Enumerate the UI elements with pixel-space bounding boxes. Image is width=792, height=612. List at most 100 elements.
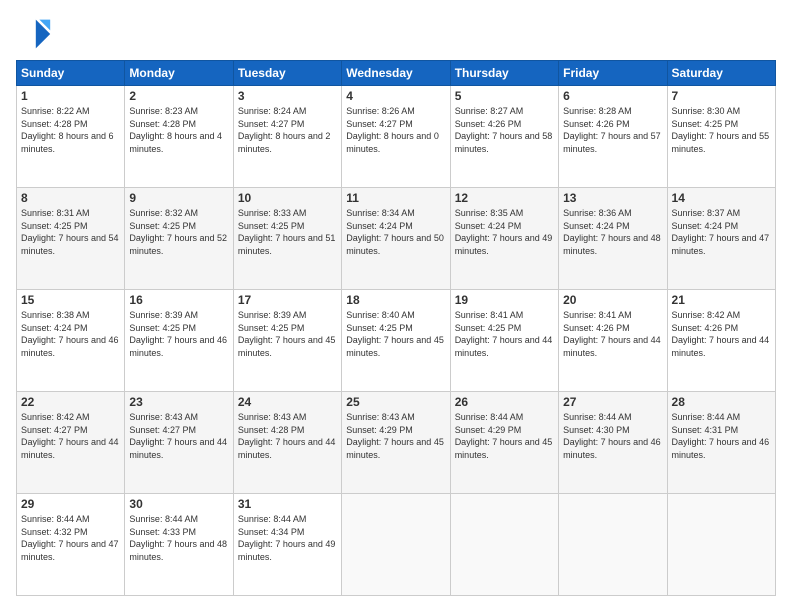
day-number: 28 [672, 395, 771, 409]
day-number: 18 [346, 293, 445, 307]
calendar-cell: 26 Sunrise: 8:44 AM Sunset: 4:29 PM Dayl… [450, 392, 558, 494]
day-detail: Sunrise: 8:31 AM Sunset: 4:25 PM Dayligh… [21, 207, 120, 257]
logo-icon [16, 16, 52, 52]
day-number: 27 [563, 395, 662, 409]
day-number: 15 [21, 293, 120, 307]
day-detail: Sunrise: 8:27 AM Sunset: 4:26 PM Dayligh… [455, 105, 554, 155]
calendar-cell [559, 494, 667, 596]
day-detail: Sunrise: 8:32 AM Sunset: 4:25 PM Dayligh… [129, 207, 228, 257]
day-number: 17 [238, 293, 337, 307]
day-detail: Sunrise: 8:24 AM Sunset: 4:27 PM Dayligh… [238, 105, 337, 155]
weekday-header: Friday [559, 61, 667, 86]
calendar-cell: 14 Sunrise: 8:37 AM Sunset: 4:24 PM Dayl… [667, 188, 775, 290]
day-number: 23 [129, 395, 228, 409]
day-detail: Sunrise: 8:30 AM Sunset: 4:25 PM Dayligh… [672, 105, 771, 155]
day-number: 7 [672, 89, 771, 103]
day-number: 12 [455, 191, 554, 205]
calendar-cell: 21 Sunrise: 8:42 AM Sunset: 4:26 PM Dayl… [667, 290, 775, 392]
day-number: 1 [21, 89, 120, 103]
day-detail: Sunrise: 8:43 AM Sunset: 4:28 PM Dayligh… [238, 411, 337, 461]
day-number: 25 [346, 395, 445, 409]
logo [16, 16, 56, 52]
day-number: 22 [21, 395, 120, 409]
calendar-cell: 11 Sunrise: 8:34 AM Sunset: 4:24 PM Dayl… [342, 188, 450, 290]
day-detail: Sunrise: 8:22 AM Sunset: 4:28 PM Dayligh… [21, 105, 120, 155]
calendar-cell: 6 Sunrise: 8:28 AM Sunset: 4:26 PM Dayli… [559, 86, 667, 188]
day-detail: Sunrise: 8:43 AM Sunset: 4:27 PM Dayligh… [129, 411, 228, 461]
calendar-cell [342, 494, 450, 596]
day-detail: Sunrise: 8:44 AM Sunset: 4:33 PM Dayligh… [129, 513, 228, 563]
calendar-cell: 10 Sunrise: 8:33 AM Sunset: 4:25 PM Dayl… [233, 188, 341, 290]
day-number: 11 [346, 191, 445, 205]
day-number: 10 [238, 191, 337, 205]
calendar-cell: 23 Sunrise: 8:43 AM Sunset: 4:27 PM Dayl… [125, 392, 233, 494]
day-detail: Sunrise: 8:34 AM Sunset: 4:24 PM Dayligh… [346, 207, 445, 257]
day-detail: Sunrise: 8:43 AM Sunset: 4:29 PM Dayligh… [346, 411, 445, 461]
calendar-week-row: 1 Sunrise: 8:22 AM Sunset: 4:28 PM Dayli… [17, 86, 776, 188]
calendar-cell: 16 Sunrise: 8:39 AM Sunset: 4:25 PM Dayl… [125, 290, 233, 392]
day-detail: Sunrise: 8:39 AM Sunset: 4:25 PM Dayligh… [238, 309, 337, 359]
calendar-cell: 3 Sunrise: 8:24 AM Sunset: 4:27 PM Dayli… [233, 86, 341, 188]
weekday-header: Wednesday [342, 61, 450, 86]
day-number: 30 [129, 497, 228, 511]
calendar-week-row: 8 Sunrise: 8:31 AM Sunset: 4:25 PM Dayli… [17, 188, 776, 290]
day-number: 16 [129, 293, 228, 307]
weekday-header: Saturday [667, 61, 775, 86]
day-number: 4 [346, 89, 445, 103]
calendar-cell: 18 Sunrise: 8:40 AM Sunset: 4:25 PM Dayl… [342, 290, 450, 392]
day-number: 21 [672, 293, 771, 307]
day-number: 24 [238, 395, 337, 409]
calendar-cell: 5 Sunrise: 8:27 AM Sunset: 4:26 PM Dayli… [450, 86, 558, 188]
day-number: 19 [455, 293, 554, 307]
calendar-cell: 25 Sunrise: 8:43 AM Sunset: 4:29 PM Dayl… [342, 392, 450, 494]
day-number: 9 [129, 191, 228, 205]
day-detail: Sunrise: 8:44 AM Sunset: 4:30 PM Dayligh… [563, 411, 662, 461]
day-detail: Sunrise: 8:42 AM Sunset: 4:27 PM Dayligh… [21, 411, 120, 461]
calendar-cell: 22 Sunrise: 8:42 AM Sunset: 4:27 PM Dayl… [17, 392, 125, 494]
day-number: 31 [238, 497, 337, 511]
calendar-cell: 29 Sunrise: 8:44 AM Sunset: 4:32 PM Dayl… [17, 494, 125, 596]
day-detail: Sunrise: 8:38 AM Sunset: 4:24 PM Dayligh… [21, 309, 120, 359]
calendar-cell [667, 494, 775, 596]
day-number: 6 [563, 89, 662, 103]
header [16, 16, 776, 52]
weekday-header: Sunday [17, 61, 125, 86]
day-number: 20 [563, 293, 662, 307]
calendar-week-row: 22 Sunrise: 8:42 AM Sunset: 4:27 PM Dayl… [17, 392, 776, 494]
weekday-header: Tuesday [233, 61, 341, 86]
weekday-header: Thursday [450, 61, 558, 86]
weekday-header: Monday [125, 61, 233, 86]
day-number: 5 [455, 89, 554, 103]
day-detail: Sunrise: 8:44 AM Sunset: 4:32 PM Dayligh… [21, 513, 120, 563]
page: SundayMondayTuesdayWednesdayThursdayFrid… [0, 0, 792, 612]
day-detail: Sunrise: 8:37 AM Sunset: 4:24 PM Dayligh… [672, 207, 771, 257]
day-detail: Sunrise: 8:41 AM Sunset: 4:25 PM Dayligh… [455, 309, 554, 359]
calendar-cell: 30 Sunrise: 8:44 AM Sunset: 4:33 PM Dayl… [125, 494, 233, 596]
day-number: 26 [455, 395, 554, 409]
calendar-header-row: SundayMondayTuesdayWednesdayThursdayFrid… [17, 61, 776, 86]
day-number: 3 [238, 89, 337, 103]
day-detail: Sunrise: 8:39 AM Sunset: 4:25 PM Dayligh… [129, 309, 228, 359]
calendar-week-row: 15 Sunrise: 8:38 AM Sunset: 4:24 PM Dayl… [17, 290, 776, 392]
day-number: 2 [129, 89, 228, 103]
day-detail: Sunrise: 8:42 AM Sunset: 4:26 PM Dayligh… [672, 309, 771, 359]
calendar-cell: 15 Sunrise: 8:38 AM Sunset: 4:24 PM Dayl… [17, 290, 125, 392]
day-detail: Sunrise: 8:40 AM Sunset: 4:25 PM Dayligh… [346, 309, 445, 359]
day-detail: Sunrise: 8:28 AM Sunset: 4:26 PM Dayligh… [563, 105, 662, 155]
calendar-cell: 28 Sunrise: 8:44 AM Sunset: 4:31 PM Dayl… [667, 392, 775, 494]
day-number: 14 [672, 191, 771, 205]
calendar-cell: 31 Sunrise: 8:44 AM Sunset: 4:34 PM Dayl… [233, 494, 341, 596]
day-number: 8 [21, 191, 120, 205]
day-number: 13 [563, 191, 662, 205]
calendar-cell: 17 Sunrise: 8:39 AM Sunset: 4:25 PM Dayl… [233, 290, 341, 392]
day-detail: Sunrise: 8:44 AM Sunset: 4:34 PM Dayligh… [238, 513, 337, 563]
day-detail: Sunrise: 8:33 AM Sunset: 4:25 PM Dayligh… [238, 207, 337, 257]
day-detail: Sunrise: 8:26 AM Sunset: 4:27 PM Dayligh… [346, 105, 445, 155]
calendar-cell: 27 Sunrise: 8:44 AM Sunset: 4:30 PM Dayl… [559, 392, 667, 494]
calendar-cell: 24 Sunrise: 8:43 AM Sunset: 4:28 PM Dayl… [233, 392, 341, 494]
day-detail: Sunrise: 8:44 AM Sunset: 4:31 PM Dayligh… [672, 411, 771, 461]
calendar-cell: 2 Sunrise: 8:23 AM Sunset: 4:28 PM Dayli… [125, 86, 233, 188]
calendar-cell: 8 Sunrise: 8:31 AM Sunset: 4:25 PM Dayli… [17, 188, 125, 290]
calendar-cell: 1 Sunrise: 8:22 AM Sunset: 4:28 PM Dayli… [17, 86, 125, 188]
calendar-cell: 12 Sunrise: 8:35 AM Sunset: 4:24 PM Dayl… [450, 188, 558, 290]
